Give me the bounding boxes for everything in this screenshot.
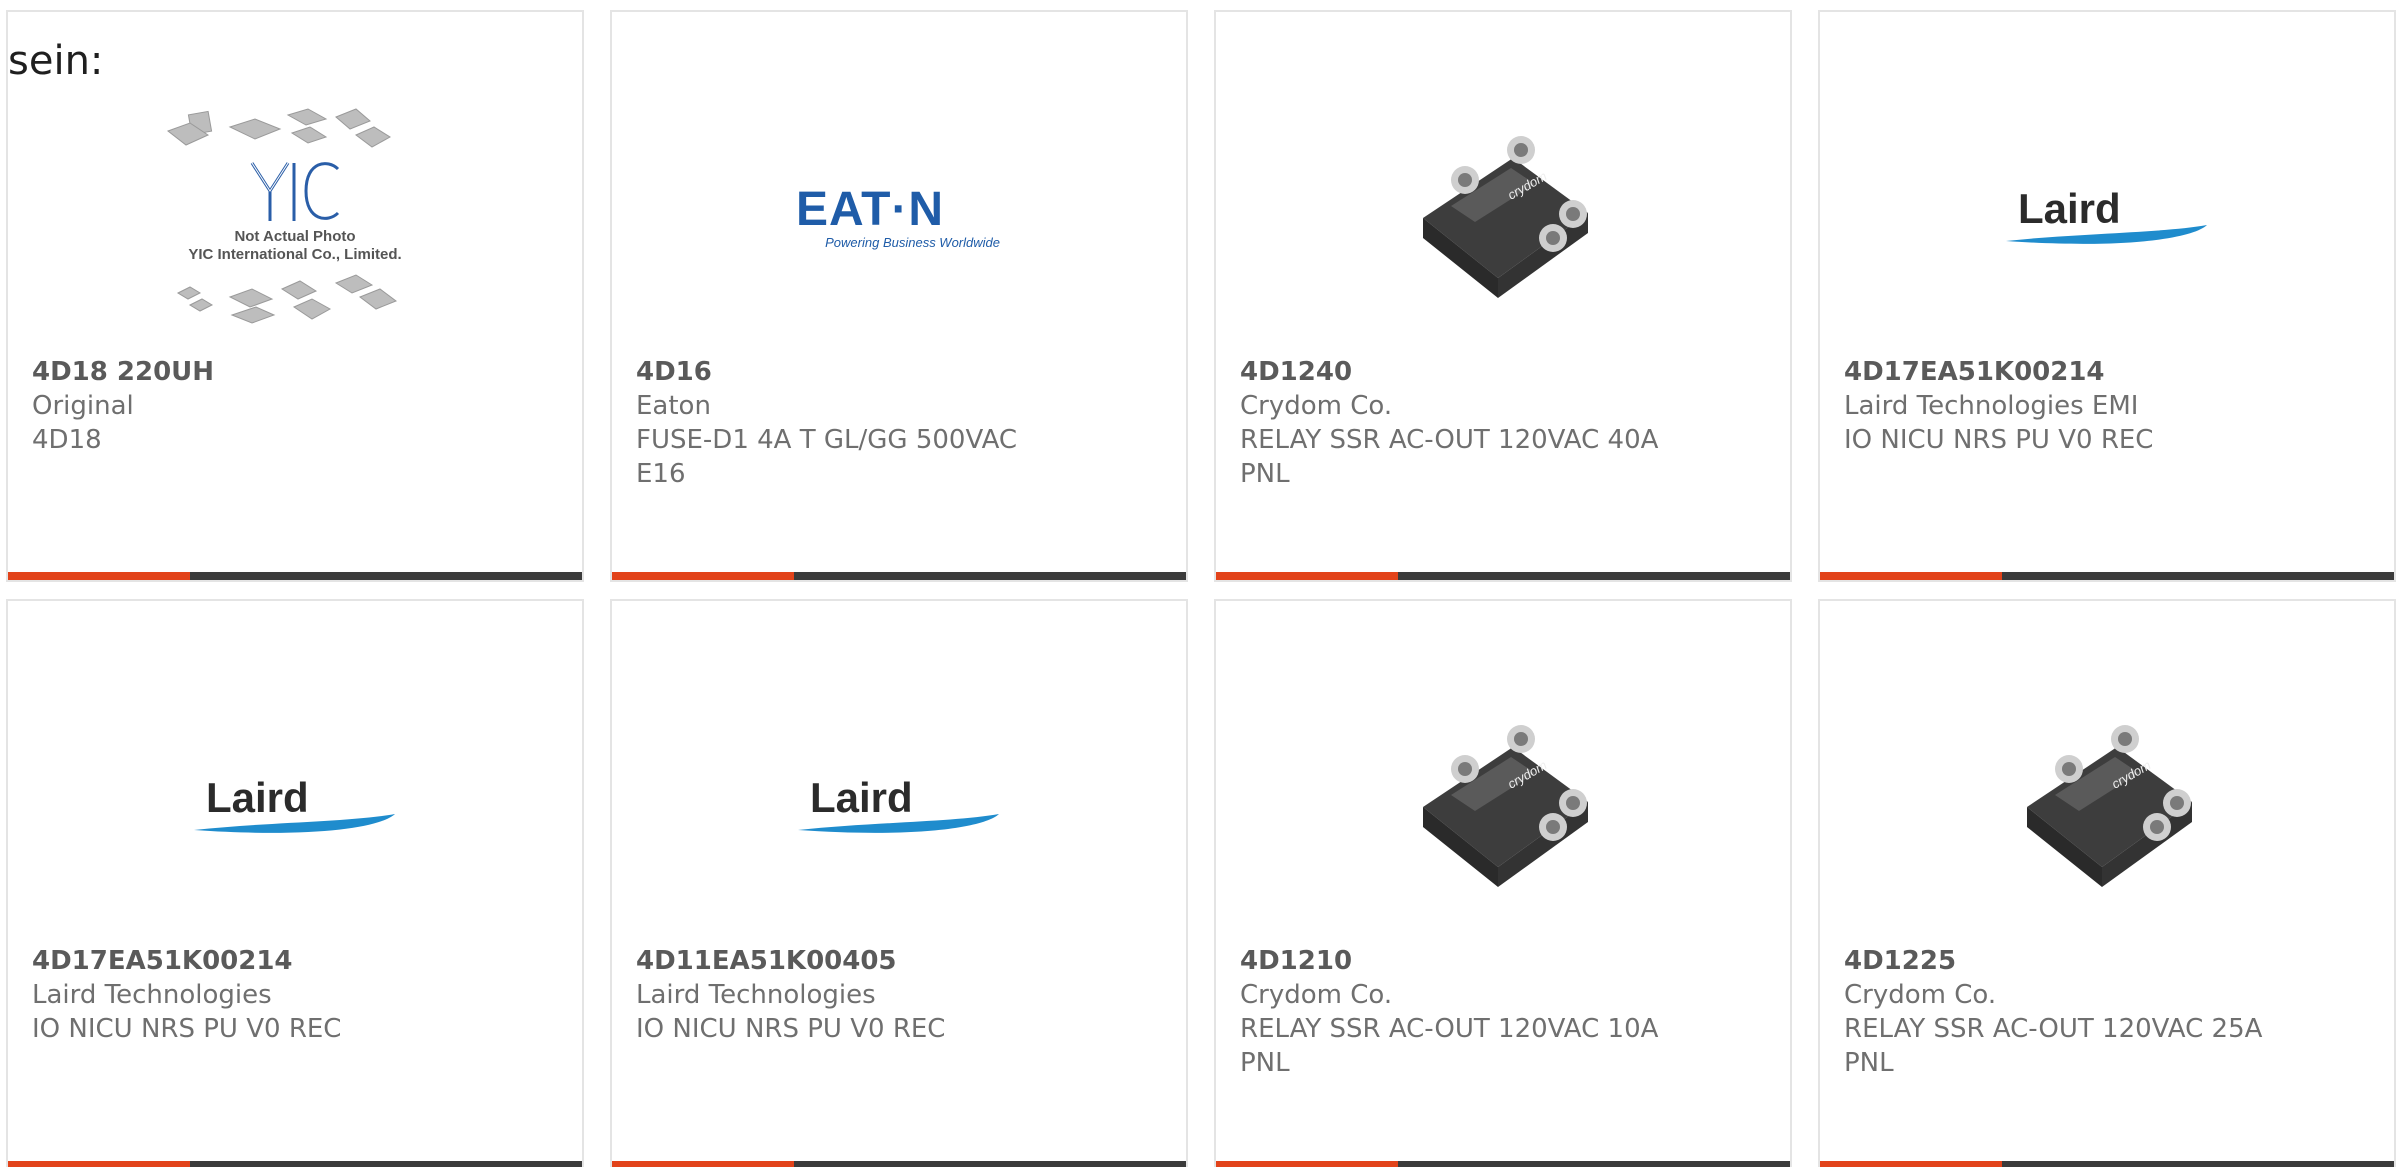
description: RELAY SSR AC-OUT 120VAC 25A PNL [1844,1014,2263,1078]
manufacturer: Original [32,391,134,421]
laird-logo-icon: Laird [798,774,999,833]
card-accent [8,572,190,580]
product-info: 4D1225 Crydom Co. RELAY SSR AC-OUT 120VA… [1844,944,2370,1080]
product-card[interactable]: crydom 4D1210 Crydom Co. RELAY SSR AC-OU… [1214,599,1792,1167]
product-info: 4D1210 Crydom Co. RELAY SSR AC-OUT 120VA… [1240,944,1766,1080]
product-image[interactable]: Laird [8,681,582,933]
card-bottom-bar [8,572,582,580]
product-image[interactable]: crydom [1216,92,1790,344]
card-bottom-bar [8,1161,582,1167]
card-accent [8,1161,190,1167]
product-image[interactable]: Not Actual Photo YIC International Co., … [8,92,582,344]
eaton-logo-text: EAT·N [796,183,944,236]
card-bottom-bar [1216,1161,1790,1167]
relay-icon: crydom [2027,725,2192,887]
product-card[interactable]: crydom 4D1240 Crydom Co. RELAY SSR AC-OU… [1214,10,1792,582]
product-info: 4D17EA51K00214 Laird Technologies EMI IO… [1844,355,2370,457]
card-accent [1216,1161,1398,1167]
description: RELAY SSR AC-OUT 120VAC 40A PNL [1240,425,1659,489]
card-bottom-bar [1820,572,2394,580]
relay-icon: crydom [1423,136,1588,298]
yic-placeholder-icon: Not Actual Photo YIC International Co., … [166,108,402,324]
card-accent [1216,572,1398,580]
description: IO NICU NRS PU V0 REC [636,1014,946,1044]
description: RELAY SSR AC-OUT 120VAC 10A PNL [1240,1014,1659,1078]
eaton-logo-icon: EAT·N Powering Business Worldwide [796,183,1000,250]
product-image[interactable]: Laird [612,681,1186,933]
part-number[interactable]: 4D18 220UH [32,355,558,389]
card-bottom-bar [612,1161,1186,1167]
card-accent [1820,1161,2002,1167]
product-info: 4D17EA51K00214 Laird Technologies IO NIC… [32,944,558,1046]
product-image[interactable]: crydom [1820,681,2394,933]
card-accent [1820,572,2002,580]
product-image[interactable]: crydom [1216,681,1790,933]
part-number[interactable]: 4D1240 [1240,355,1766,389]
manufacturer: Crydom Co. [1240,980,1393,1010]
part-number[interactable]: 4D1225 [1844,944,2370,978]
manufacturer: Laird Technologies [32,980,272,1010]
manufacturer: Eaton [636,391,711,421]
laird-logo-text: Laird [206,774,309,821]
laird-logo-icon: Laird [2006,185,2207,244]
product-image[interactable]: Laird [1820,92,2394,344]
part-number[interactable]: 4D1210 [1240,944,1766,978]
part-number[interactable]: 4D17EA51K00214 [32,944,558,978]
description: FUSE-D1 4A T GL/GG 500VAC E16 [636,425,1018,489]
laird-logo-icon: Laird [194,774,395,833]
product-info: 4D1240 Crydom Co. RELAY SSR AC-OUT 120VA… [1240,355,1766,491]
manufacturer: Crydom Co. [1240,391,1393,421]
laird-logo-text: Laird [2018,185,2121,232]
product-card[interactable]: Not Actual Photo YIC International Co., … [6,10,584,582]
product-info: 4D18 220UH Original 4D18 [32,355,558,457]
manufacturer: Crydom Co. [1844,980,1997,1010]
description: IO NICU NRS PU V0 REC [32,1014,342,1044]
part-number[interactable]: 4D16 [636,355,1162,389]
product-card[interactable]: EAT·N Powering Business Worldwide 4D16 E… [610,10,1188,582]
card-accent [612,1161,794,1167]
description: IO NICU NRS PU V0 REC [1844,425,2154,455]
product-card[interactable]: Laird 4D17EA51K00214 Laird Technologies … [6,599,584,1167]
part-number[interactable]: 4D17EA51K00214 [1844,355,2370,389]
product-image[interactable]: EAT·N Powering Business Worldwide [612,92,1186,344]
manufacturer: Laird Technologies [636,980,876,1010]
eaton-tagline: Powering Business Worldwide [825,235,1000,250]
part-number[interactable]: 4D11EA51K00405 [636,944,1162,978]
placeholder-caption-1: Not Actual Photo [234,228,355,245]
manufacturer: Laird Technologies EMI [1844,391,2139,421]
product-card[interactable]: Laird 4D11EA51K00405 Laird Technologies … [610,599,1188,1167]
placeholder-caption-2: YIC International Co., Limited. [188,246,401,263]
laird-logo-text: Laird [810,774,913,821]
card-bottom-bar [612,572,1186,580]
product-info: 4D16 Eaton FUSE-D1 4A T GL/GG 500VAC E16 [636,355,1162,491]
product-grid: sein: Not Actual Photo YIC International… [0,0,2400,1167]
relay-icon: crydom [1423,725,1588,887]
intro-text: sein: [8,38,104,84]
product-info: 4D11EA51K00405 Laird Technologies IO NIC… [636,944,1162,1046]
card-accent [612,572,794,580]
product-card[interactable]: Laird 4D17EA51K00214 Laird Technologies … [1818,10,2396,582]
card-bottom-bar [1216,572,1790,580]
product-card[interactable]: crydom 4D1225 Crydom Co. RELAY SSR AC-OU… [1818,599,2396,1167]
description: 4D18 [32,425,102,455]
card-bottom-bar [1820,1161,2394,1167]
